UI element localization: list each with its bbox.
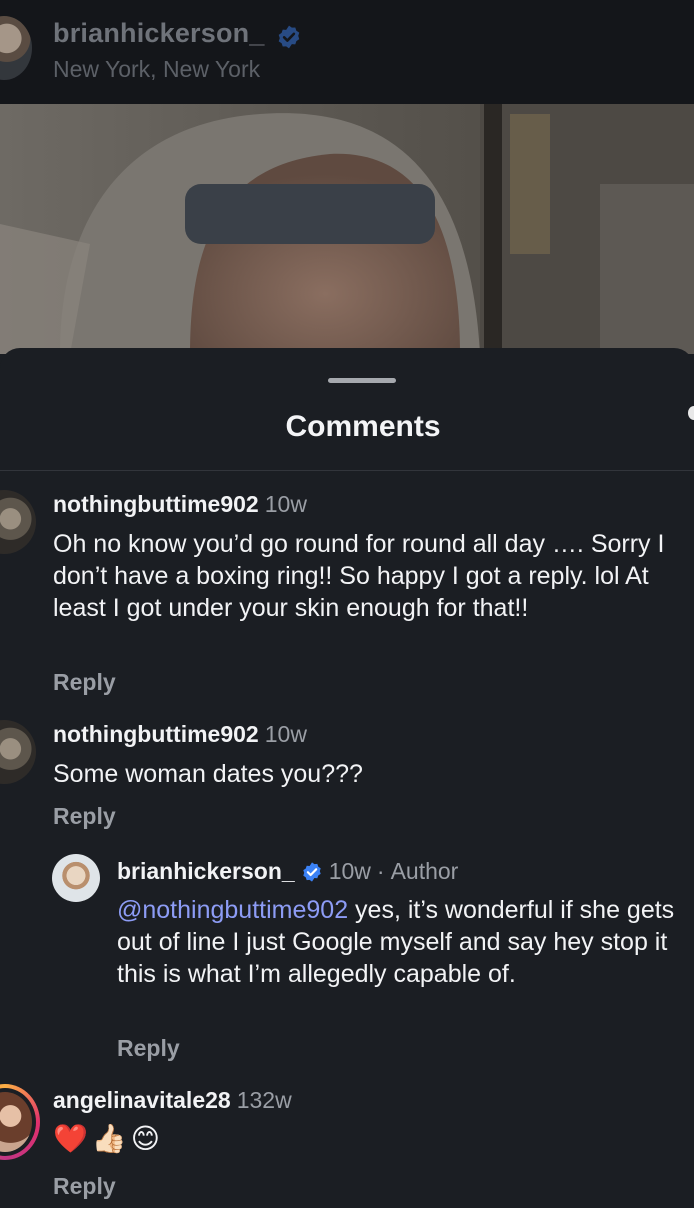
video-frame-image: [0, 104, 694, 354]
mention-link[interactable]: @nothingbuttime902: [117, 896, 348, 924]
reply-button[interactable]: Reply: [53, 803, 116, 830]
comment-username[interactable]: brianhickerson_: [117, 858, 295, 884]
comment-emojis: ❤️👍🏻😊: [53, 1123, 164, 1154]
comment-username[interactable]: angelinavitale28: [53, 1087, 231, 1113]
instagram-comments-screen: brianhickerson_ New York, New York Comme…: [0, 0, 694, 1208]
author-label: Author: [390, 858, 459, 884]
post-header: brianhickerson_ New York, New York: [0, 0, 694, 104]
comment-timestamp: 132w: [236, 1087, 292, 1113]
commenter-avatar[interactable]: [0, 720, 36, 784]
comment-timestamp: 10w: [264, 721, 307, 747]
verified-badge-icon: [302, 862, 321, 882]
separator-dot: ·: [376, 858, 385, 884]
verified-badge-icon: [278, 25, 300, 49]
author-username[interactable]: brianhickerson_: [53, 18, 265, 49]
comment-timestamp: 10w: [328, 858, 371, 884]
comment-item: nothingbuttime902 10w Oh no know you’d go…: [0, 348, 694, 708]
comment-timestamp: 10w: [264, 491, 307, 517]
comment-text: Some woman dates you???: [53, 760, 363, 788]
reply-button[interactable]: Reply: [53, 669, 116, 696]
comment-username[interactable]: nothingbuttime902: [53, 721, 259, 747]
comment-text: Oh no know you’d go round for round all …: [53, 530, 665, 622]
commenter-avatar[interactable]: [0, 490, 36, 554]
post-location[interactable]: New York, New York: [53, 56, 260, 83]
commenter-avatar[interactable]: [52, 854, 100, 902]
comment-username[interactable]: nothingbuttime902: [53, 491, 259, 517]
commenter-avatar-story-ring[interactable]: [0, 1084, 40, 1160]
video-preview[interactable]: [0, 104, 694, 354]
reply-button[interactable]: Reply: [117, 1035, 180, 1062]
reply-button[interactable]: Reply: [53, 1173, 116, 1200]
author-avatar[interactable]: [0, 16, 32, 80]
comments-sheet: Comments nothingbuttime902 10w Oh no know…: [0, 348, 694, 1208]
comment-text: @nothingbuttime902 yes, it’s wonderful i…: [117, 894, 677, 990]
